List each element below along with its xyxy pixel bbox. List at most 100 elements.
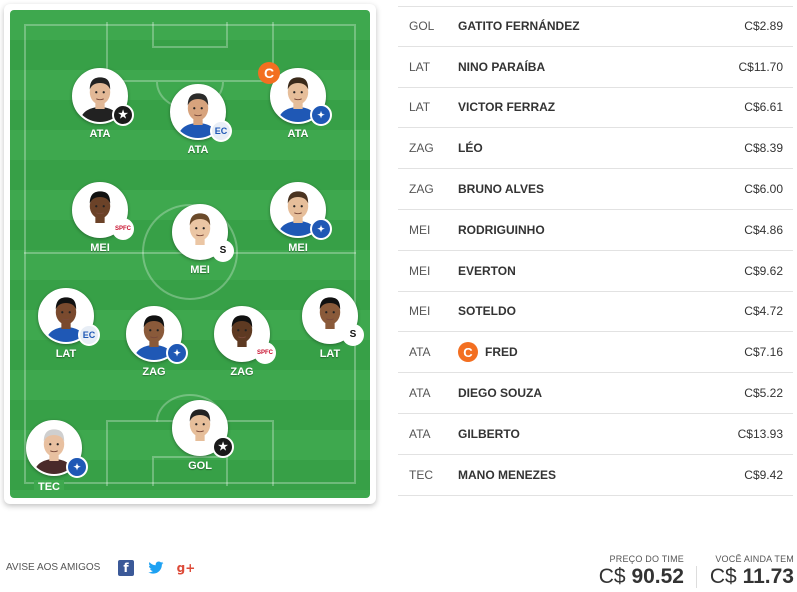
player-position-label: ATA [187,144,209,156]
club-badge-glyph: SPFC [114,226,131,232]
balance-currency: C$ [709,565,737,588]
lineup-position: ATA [409,426,431,441]
player-card-gol[interactable]: ★ GOL [166,400,236,480]
club-badge-icon: EC [210,120,232,142]
lineup-list: GOL GATITO FERNÁNDEZ C$2.89 LAT NINO PARAÍBA… [398,6,793,496]
lineup-player: GATITO FERNÁNDEZ [458,19,673,33]
remaining-balance-label: VOCÊ AINDA TEM [715,554,794,564]
club-badge-icon: ✦ [310,218,332,240]
lineup-position: ZAG [409,182,434,197]
club-badge-glyph: ✦ [317,109,325,120]
lineup-player-name: RODRIGUINHO [458,222,545,237]
player-card-mei-1[interactable]: SPFC MEI [66,182,136,262]
club-badge-icon: SPFC [254,342,276,364]
lineup-position: GOL [409,19,435,34]
lineup-player: BRUNO ALVES [458,182,673,196]
lineup-price: C$6.61 [744,100,783,115]
player-card-lat-2[interactable]: S LAT [296,288,366,368]
lineup-price: C$11.70 [738,59,783,74]
team-price-currency: C$ [598,565,626,588]
player-card-zag-1[interactable]: ✦ ZAG [120,306,190,386]
balance-amount: 11.73 [742,565,794,588]
lineup-player-name: MANO MENEZES [458,467,557,482]
team-price: PREÇO DO TIME C$ 90.52 [598,554,684,589]
team-price-label: PREÇO DO TIME [609,554,684,564]
twitter-icon[interactable] [148,560,164,576]
twitter-bird-glyph [148,561,164,574]
player-card-mei-2[interactable]: S MEI [166,204,236,284]
lineup-row[interactable]: ZAG LÉO C$8.39 [398,128,793,170]
player-card-tec[interactable]: ✦ TEC [20,420,90,498]
lineup-price: C$6.00 [744,182,783,197]
lineup-row[interactable]: TEC MANO MENEZES C$9.42 [398,455,793,496]
lineup-price: C$5.22 [744,386,783,401]
footer-divider [696,566,697,588]
googleplus-icon[interactable]: g+ [177,560,196,576]
club-badge-glyph: ✦ [173,347,181,358]
player-position-label: ATA [89,128,111,140]
lineup-player-name: BRUNO ALVES [458,182,545,197]
club-badge-icon: ✦ [66,456,88,478]
lineup-player: GILBERTO [458,427,673,441]
lineup-row[interactable]: MEI SOTELDO C$4.72 [398,292,793,333]
club-badge-glyph: S [219,245,227,256]
lineup-player: MANO MENEZES [458,468,673,482]
player-position-label: MEI [90,242,110,254]
lineup-player-name: GATITO FERNÁNDEZ [458,19,580,34]
player-card-zag-2[interactable]: SPFC ZAG [208,306,278,386]
player-position-label: LAT [319,348,341,360]
player-card-ata-3[interactable]: ✦ C ATA [258,62,334,148]
lineup-player-name: EVERTON [458,263,516,278]
lineup-row[interactable]: ZAG BRUNO ALVES C$6.00 [398,169,793,210]
player-card-ata-1[interactable]: ★ ATA [66,68,136,148]
lineup-position: MEI [409,222,431,237]
club-badge-glyph: ✦ [317,223,325,234]
lineup-price: C$4.86 [744,222,783,237]
player-card-mei-3[interactable]: ✦ MEI [264,182,334,262]
lineup-row[interactable]: ATA GILBERTO C$13.93 [398,414,793,455]
club-badge-glyph: SPFC [256,350,273,356]
lineup-row[interactable]: LAT NINO PARAÍBA C$11.70 [398,47,793,88]
club-badge-glyph: ★ [218,440,228,453]
lineup-row[interactable]: MEI EVERTON C$9.62 [398,251,793,292]
lineup-position: LAT [409,59,431,74]
lineup-player-name: GILBERTO [458,426,520,441]
lineup-player-name: NINO PARAÍBA [458,59,546,74]
player-position-label: TEC [34,480,64,494]
lineup-player-name: FRED [485,345,518,360]
facebook-icon[interactable]: f [118,560,134,576]
lineup-row[interactable]: ATA C FRED C$7.16 [398,332,793,374]
player-card-lat-1[interactable]: EC LAT [32,288,102,368]
lineup-position: MEI [409,263,431,278]
club-badge-icon: ★ [112,104,134,126]
lineup-position: ATA [409,345,431,360]
lineup-position: MEI [409,304,431,319]
lineup-player: VICTOR FERRAZ [458,100,673,114]
club-badge-glyph: EC [214,125,228,136]
lineup-player: RODRIGUINHO [458,223,673,237]
player-position-label: ATA [287,128,309,140]
club-badge-icon: EC [78,324,100,346]
lineup-position: TEC [409,467,433,482]
team-price-value: C$ 90.52 [598,565,684,589]
lineup-row[interactable]: LAT VICTOR FERRAZ C$6.61 [398,88,793,129]
lineup-player: DIEGO SOUZA [458,386,673,400]
lineup-price: C$8.39 [744,141,783,156]
club-badge-icon: SPFC [112,218,134,240]
lineup-price: C$9.42 [744,467,783,482]
lineup-player-name: DIEGO SOUZA [458,386,543,401]
club-badge-glyph: EC [82,329,96,340]
player-card-ata-2[interactable]: EC ATA [164,84,234,164]
club-badge-glyph: S [349,329,357,340]
lineup-player-name: LÉO [458,141,483,156]
lineup-row[interactable]: GOL GATITO FERNÁNDEZ C$2.89 [398,6,793,47]
player-position-label: GOL [188,460,212,472]
football-pitch: ★ ATA EC ATA ✦ C ATA SPFC MEI S MEI ✦ MEI EC LAT ✦ ZAG SP… [10,10,370,498]
lineup-price: C$9.62 [744,263,783,278]
lineup-row[interactable]: MEI RODRIGUINHO C$4.86 [398,210,793,251]
club-badge-glyph: ★ [118,108,128,121]
lineup-row[interactable]: ATA DIEGO SOUZA C$5.22 [398,373,793,414]
lineup-player-name: VICTOR FERRAZ [458,100,556,115]
lineup-player-name: SOTELDO [458,304,517,319]
club-badge-icon: S [342,324,364,346]
